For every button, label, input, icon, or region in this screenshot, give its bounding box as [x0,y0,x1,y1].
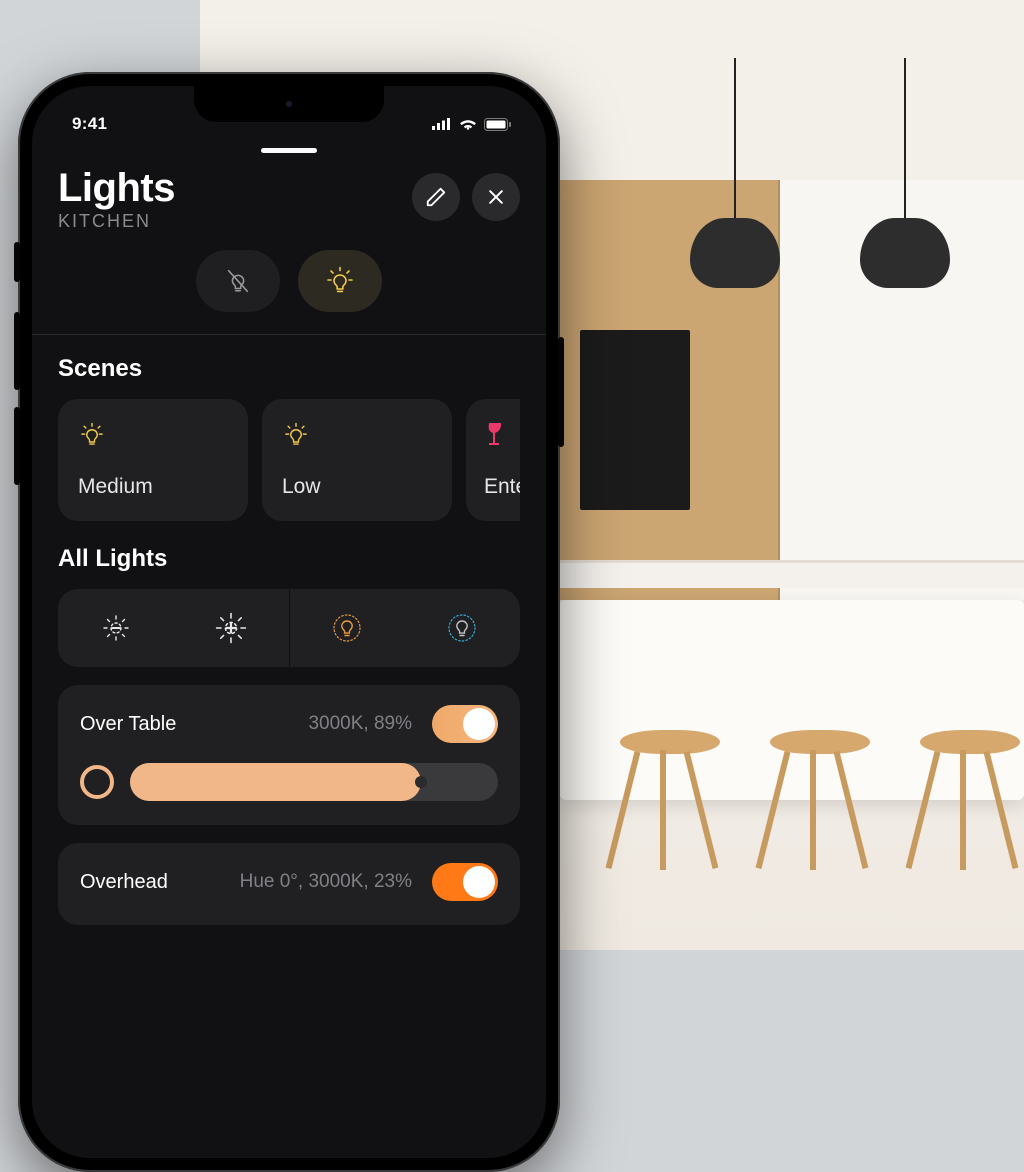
page-title: Lights [58,167,412,209]
status-time: 9:41 [72,114,107,134]
cellular-icon [432,118,452,130]
scene-card-low[interactable]: Low [262,399,452,521]
scene-card-medium[interactable]: Medium [58,399,248,521]
bulb-on-icon [324,265,356,297]
scene-label: Enter [484,475,520,499]
all-off-button[interactable] [196,250,280,312]
scene-card-entertain[interactable]: Enter [466,399,520,521]
scene-label: Medium [78,475,228,499]
brightness-slider[interactable] [130,763,498,801]
scene-label: Low [282,475,432,499]
wifi-icon [459,118,477,131]
screen: 9:41 Lights KITCHEN [32,86,546,1158]
light-switch[interactable] [432,863,498,901]
light-status: 3000K, 89% [188,713,420,735]
brightness-up-icon [211,608,251,648]
light-name: Over Table [80,713,176,736]
phone-frame: 9:41 Lights KITCHEN [18,72,560,1172]
light-card-over-table: Over Table 3000K, 89% [58,685,520,825]
brightness-up-button[interactable] [173,589,288,667]
color-cool-button[interactable] [405,589,520,667]
all-lights-section: All Lights [32,531,546,935]
light-switch[interactable] [432,705,498,743]
global-controls [58,589,520,667]
battery-icon [484,118,512,131]
color-warm-button[interactable] [290,589,405,667]
bulb-on-icon [78,421,106,449]
color-picker-button[interactable] [80,765,114,799]
scenes-title: Scenes [58,355,520,383]
scenes-section: Scenes Medium [32,335,546,531]
bulb-cool-icon [444,610,480,646]
bulb-off-icon [223,266,253,296]
close-icon [486,187,506,207]
light-status: Hue 0°, 3000K, 23% [180,871,420,893]
pencil-icon [425,186,447,208]
bulb-warm-icon [329,610,365,646]
close-button[interactable] [472,173,520,221]
brightness-down-button[interactable] [58,589,173,667]
light-card-overhead: Overhead Hue 0°, 3000K, 23% [58,843,520,925]
brightness-down-icon [98,610,134,646]
master-toggle-row [32,250,546,312]
header: Lights KITCHEN [32,153,546,242]
all-lights-title: All Lights [58,545,520,573]
page-subtitle: KITCHEN [58,211,412,232]
light-name: Overhead [80,871,168,894]
edit-button[interactable] [412,173,460,221]
bulb-on-icon [282,421,310,449]
notch [194,86,384,122]
all-on-button[interactable] [298,250,382,312]
wine-glass-icon [484,421,506,449]
